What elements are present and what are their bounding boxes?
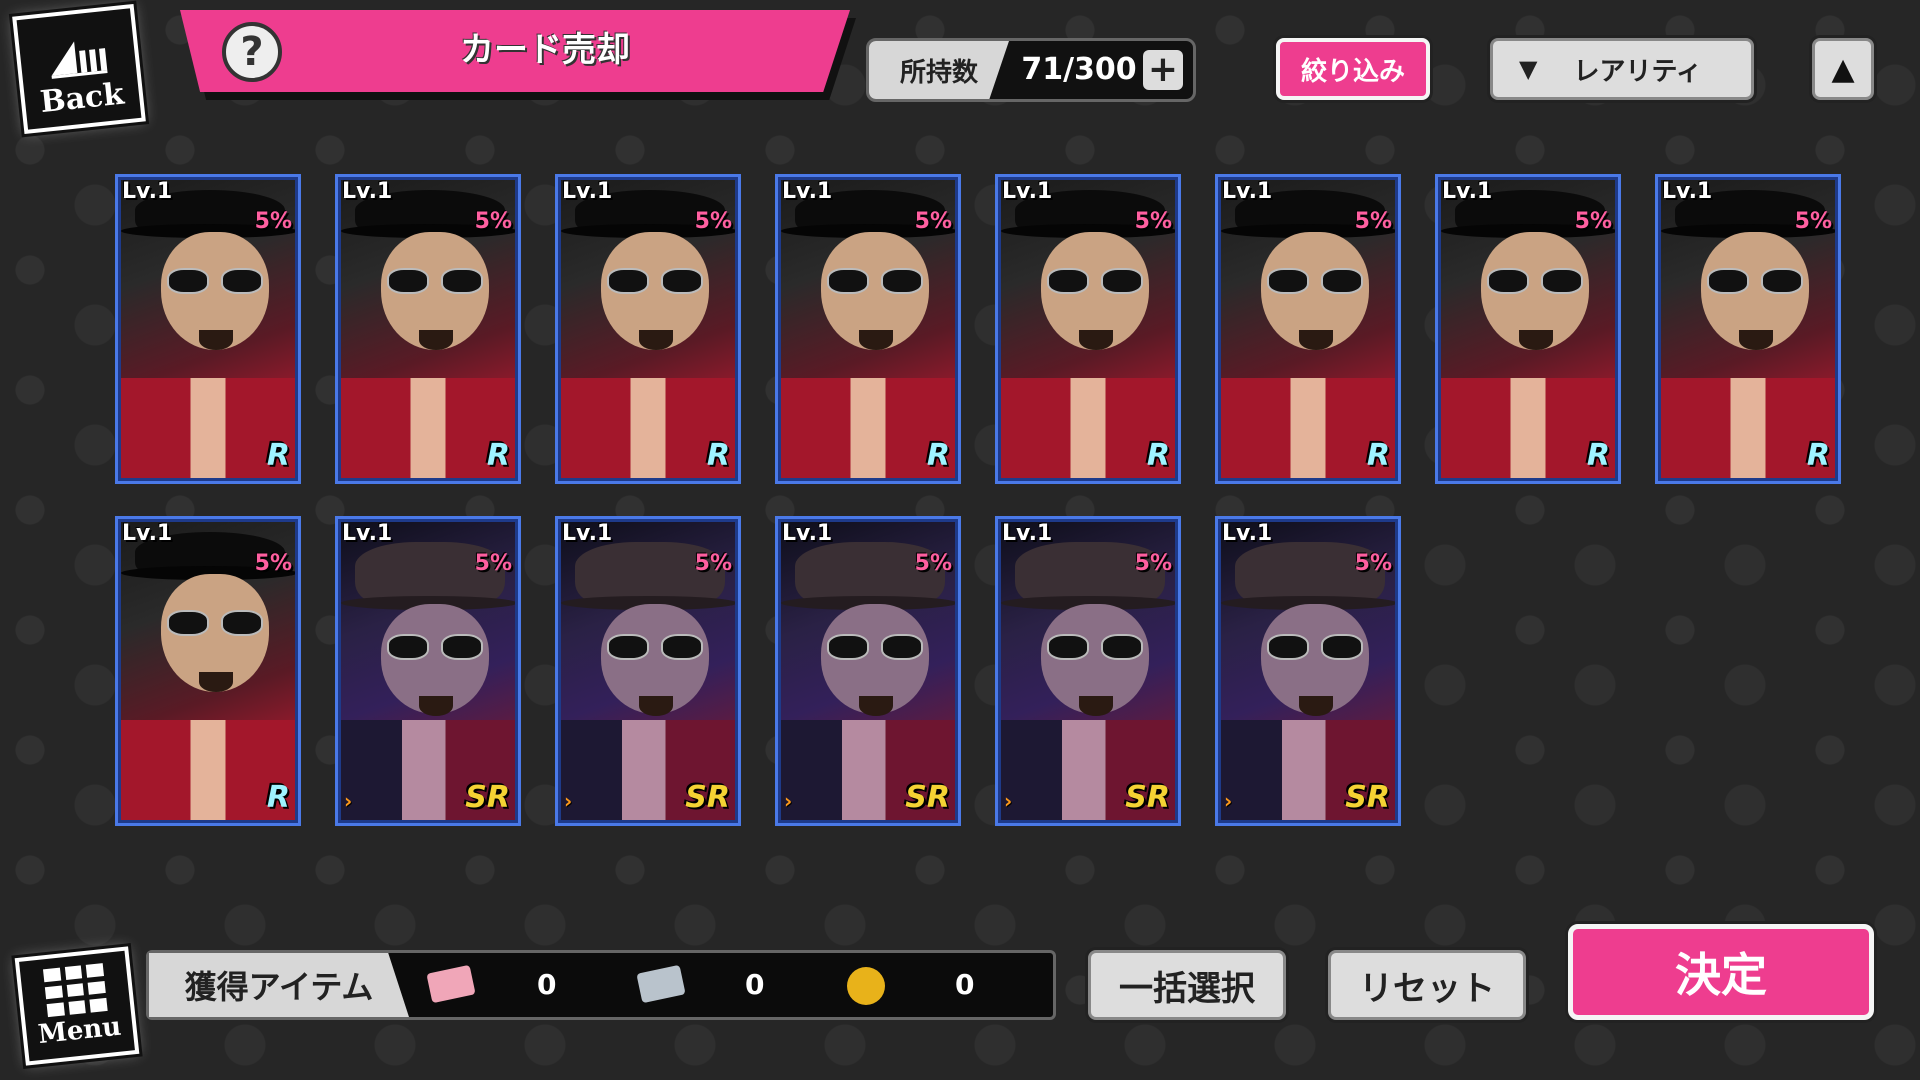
menu-label: Menu — [36, 1011, 123, 1051]
filter-button[interactable]: 絞り込み — [1276, 38, 1430, 100]
card-level: Lv.1 — [1002, 521, 1053, 546]
card-level: Lv.1 — [342, 521, 393, 546]
card-percent: 5% — [1794, 209, 1832, 234]
card-tile[interactable]: Lv.1 5% R — [115, 174, 301, 484]
card-level: Lv.1 — [782, 521, 833, 546]
sort-dropdown[interactable]: ▼ レアリティ — [1490, 38, 1754, 100]
page-title: カード売却 — [460, 30, 630, 70]
rarity-badge: R — [1806, 438, 1830, 473]
rarity-badge: SR — [1345, 780, 1390, 815]
confirm-button[interactable]: 決定 — [1568, 924, 1874, 1020]
rarity-badge: R — [926, 438, 950, 473]
card-percent: 5% — [694, 209, 732, 234]
card-grid: Lv.1 5% R Lv.1 5% R Lv.1 5% R Lv.1 5% R Lv.1 5% R Lv.1 5… — [115, 174, 1845, 829]
rarity-badge: SR — [685, 780, 730, 815]
card-percent: 5% — [254, 551, 292, 576]
rarity-badge: R — [266, 438, 290, 473]
rarity-badge: R — [266, 780, 290, 815]
sort-order-button[interactable]: ▲ — [1812, 38, 1874, 100]
reset-button[interactable]: リセット — [1328, 950, 1526, 1020]
rarity-badge: R — [706, 438, 730, 473]
card-percent: 5% — [914, 209, 952, 234]
gold-coin-icon — [847, 967, 885, 1005]
rank-arrow-icon: › — [1004, 789, 1013, 813]
owned-count-label: 所持数 — [869, 41, 1009, 99]
card-tile[interactable]: Lv.1 5% R — [1215, 174, 1401, 484]
back-button[interactable]: Back — [12, 3, 146, 135]
acquired-items-label: 獲得アイテム — [149, 953, 409, 1017]
rank-arrow-icon: › — [784, 789, 793, 813]
rarity-badge: SR — [465, 780, 510, 815]
card-level: Lv.1 — [782, 179, 833, 204]
card-tile[interactable]: Lv.1 5% › SR — [335, 516, 521, 826]
card-level: Lv.1 — [122, 521, 173, 546]
expand-storage-button[interactable]: + — [1143, 50, 1183, 90]
card-tile[interactable]: Lv.1 5% R — [555, 174, 741, 484]
card-percent: 5% — [1574, 209, 1612, 234]
card-tile[interactable]: Lv.1 5% R — [335, 174, 521, 484]
rank-arrow-icon: › — [344, 789, 353, 813]
card-tile[interactable]: Lv.1 5% › SR — [555, 516, 741, 826]
card-level: Lv.1 — [1222, 521, 1273, 546]
card-percent: 5% — [474, 209, 512, 234]
owned-count-box: 所持数 71/300 + — [866, 38, 1196, 102]
rarity-badge: R — [1146, 438, 1170, 473]
card-percent: 5% — [1354, 551, 1392, 576]
help-icon[interactable]: ? — [222, 22, 282, 82]
rarity-badge: SR — [1125, 780, 1170, 815]
card-tile[interactable]: Lv.1 5% R — [115, 516, 301, 826]
grid-menu-icon — [42, 963, 108, 1018]
back-label: Back — [38, 76, 126, 121]
card-percent: 5% — [1354, 209, 1392, 234]
card-tile[interactable]: Lv.1 5% › SR — [995, 516, 1181, 826]
rarity-badge: R — [486, 438, 510, 473]
sort-dropdown-label: レアリティ — [1573, 56, 1702, 87]
rarity-badge: SR — [905, 780, 950, 815]
card-level: Lv.1 — [1662, 179, 1713, 204]
card-level: Lv.1 — [1002, 179, 1053, 204]
card-percent: 5% — [914, 551, 952, 576]
item-count: 0 — [955, 968, 975, 1001]
acquired-items-bar: 獲得アイテム 0 0 0 — [146, 950, 1056, 1020]
item-count: 0 — [745, 968, 765, 1001]
card-level: Lv.1 — [1442, 179, 1493, 204]
card-level: Lv.1 — [342, 179, 393, 204]
card-tile[interactable]: Lv.1 5% › SR — [1215, 516, 1401, 826]
owned-count-value: 71/300 — [1021, 52, 1137, 87]
back-arrow-icon — [51, 41, 108, 79]
card-tile[interactable]: Lv.1 5% › SR — [775, 516, 961, 826]
card-percent: 5% — [474, 551, 512, 576]
rarity-badge: R — [1586, 438, 1610, 473]
card-tile[interactable]: Lv.1 5% R — [995, 174, 1181, 484]
rarity-badge: R — [1366, 438, 1390, 473]
pink-ticket-icon — [426, 964, 476, 1004]
silver-ticket-icon — [636, 964, 686, 1004]
card-level: Lv.1 — [122, 179, 173, 204]
menu-button[interactable]: Menu — [14, 946, 140, 1066]
card-percent: 5% — [254, 209, 292, 234]
card-level: Lv.1 — [562, 521, 613, 546]
rank-arrow-icon: › — [1224, 789, 1233, 813]
card-tile[interactable]: Lv.1 5% R — [775, 174, 961, 484]
card-tile[interactable]: Lv.1 5% R — [1435, 174, 1621, 484]
item-count: 0 — [537, 968, 557, 1001]
chevron-down-icon: ▼ — [1519, 55, 1538, 83]
card-tile[interactable]: Lv.1 5% R — [1655, 174, 1841, 484]
card-level: Lv.1 — [562, 179, 613, 204]
select-all-button[interactable]: 一括選択 — [1088, 950, 1286, 1020]
card-level: Lv.1 — [1222, 179, 1273, 204]
card-percent: 5% — [1134, 209, 1172, 234]
card-percent: 5% — [1134, 551, 1172, 576]
card-percent: 5% — [694, 551, 732, 576]
rank-arrow-icon: › — [564, 789, 573, 813]
